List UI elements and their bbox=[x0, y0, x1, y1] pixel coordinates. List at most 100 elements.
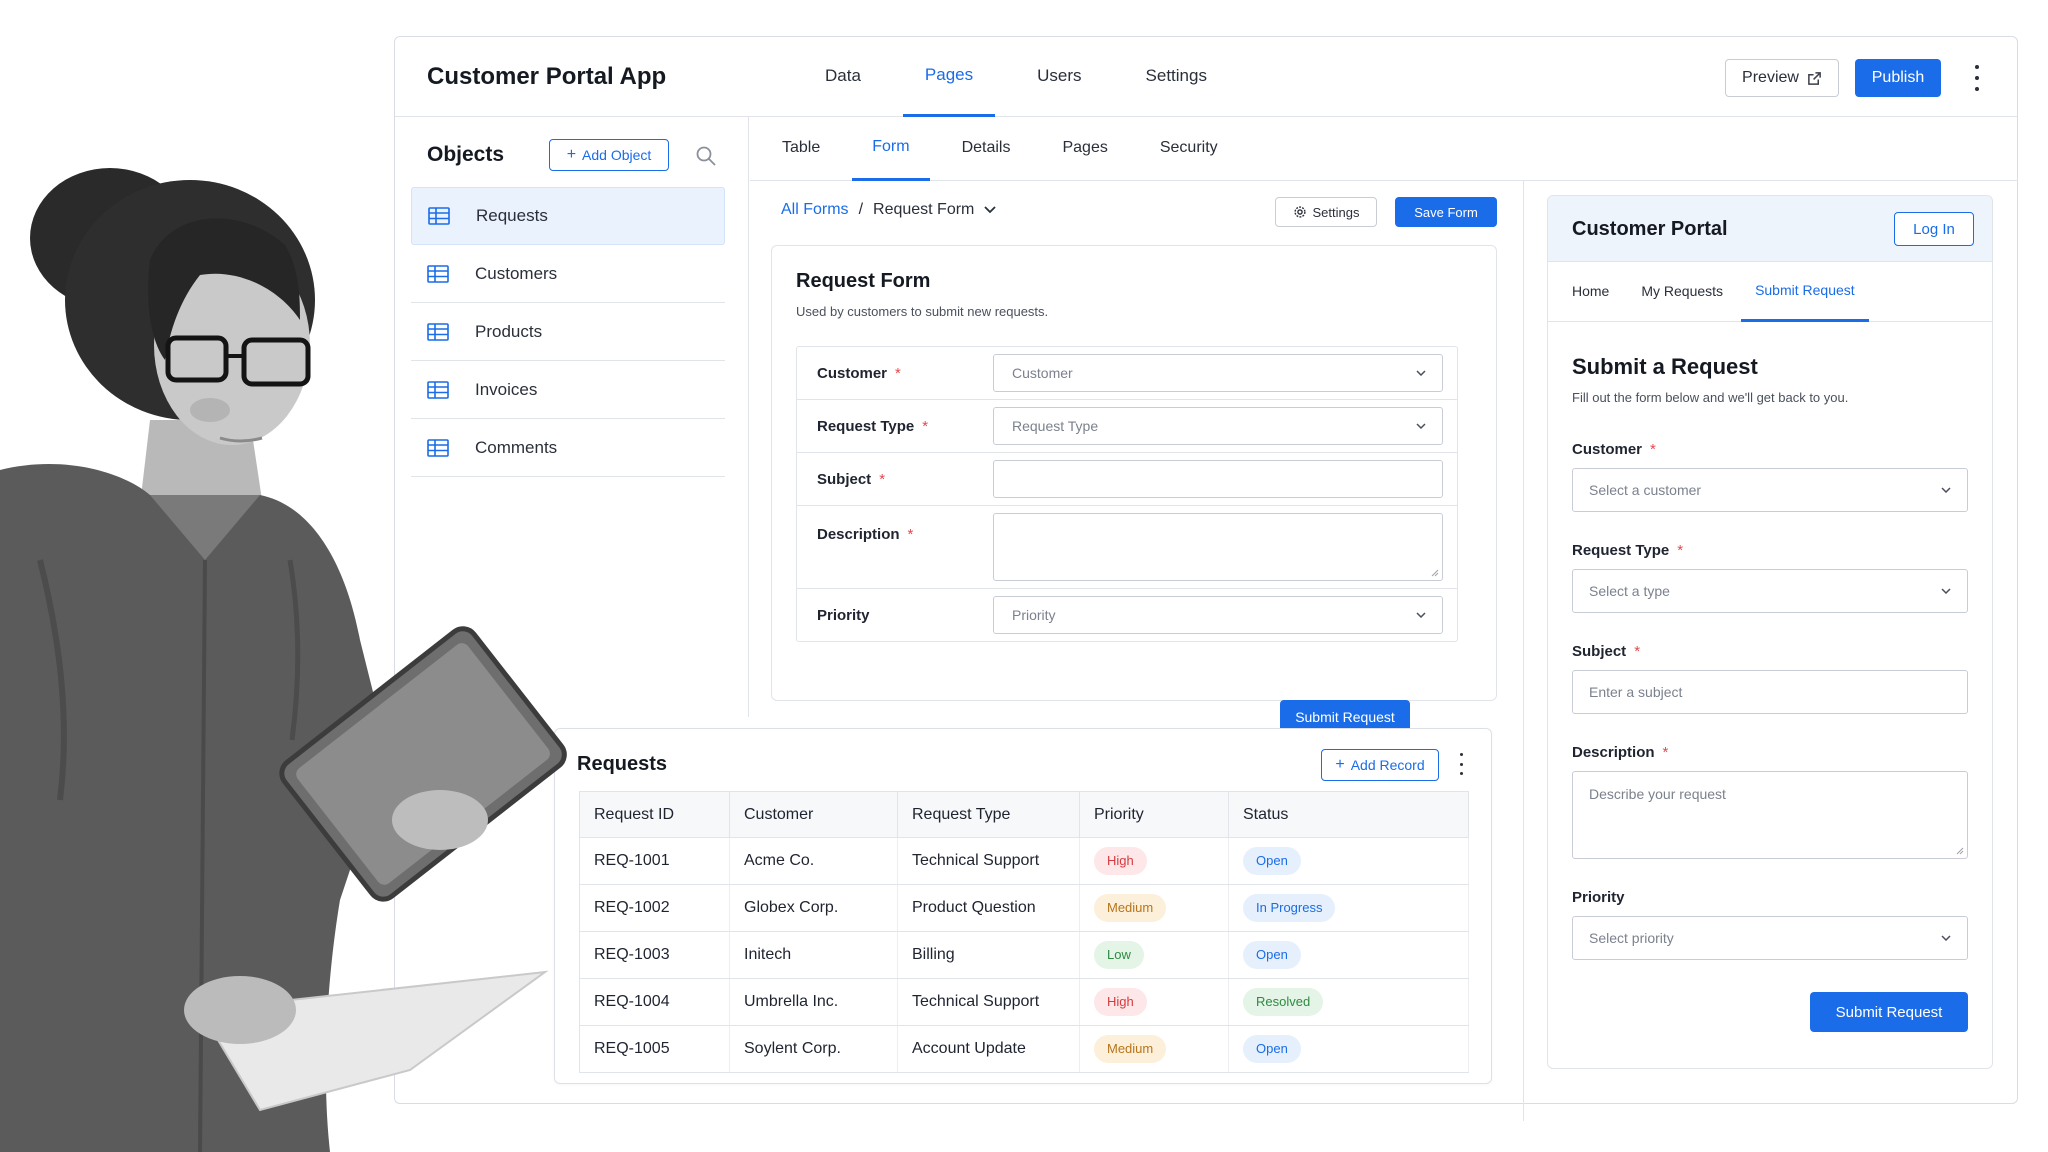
chevron-down-icon[interactable] bbox=[984, 206, 997, 214]
portal-submit-button[interactable]: Submit Request bbox=[1810, 992, 1968, 1032]
request-id: REQ-1004 bbox=[579, 978, 730, 1026]
portal-tab-home[interactable]: Home bbox=[1558, 262, 1623, 322]
column-header[interactable]: Customer bbox=[729, 791, 898, 838]
column-header[interactable]: Status bbox=[1228, 791, 1469, 838]
form-subtitle: Used by customers to submit new requests… bbox=[796, 304, 1049, 319]
nav-data[interactable]: Data bbox=[803, 37, 883, 117]
field-label: Priority bbox=[1572, 889, 1625, 906]
more-options-icon[interactable] bbox=[1455, 753, 1467, 775]
request-type-cell: Technical Support bbox=[897, 978, 1080, 1026]
publish-button[interactable]: Publish bbox=[1855, 59, 1941, 97]
column-header[interactable]: Request ID bbox=[579, 791, 730, 838]
login-button[interactable]: Log In bbox=[1894, 212, 1974, 246]
subject-input[interactable] bbox=[993, 460, 1443, 498]
portal-tabs: Home My Requests Submit Request bbox=[1548, 262, 1992, 322]
tab-form[interactable]: Form bbox=[852, 117, 930, 181]
table-row[interactable]: REQ-1005 Soylent Corp. Account Update Me… bbox=[579, 1025, 1469, 1073]
table-row[interactable]: REQ-1004 Umbrella Inc. Technical Support… bbox=[579, 978, 1469, 1026]
resize-handle-icon[interactable] bbox=[1956, 847, 1964, 855]
objects-list: Requests Customers Products Invoices Com… bbox=[411, 187, 725, 477]
add-record-label: Add Record bbox=[1350, 757, 1425, 773]
portal-tab-submit-request[interactable]: Submit Request bbox=[1741, 262, 1869, 322]
portal-preview: Customer Portal Log In Home My Requests … bbox=[1547, 195, 1993, 1069]
portal-description-textarea[interactable]: Describe your request bbox=[1572, 771, 1968, 859]
priority-select[interactable]: Priority bbox=[993, 596, 1443, 634]
external-link-icon bbox=[1808, 71, 1821, 85]
search-icon[interactable] bbox=[695, 145, 717, 167]
portal-subheading: Fill out the form below and we'll get ba… bbox=[1572, 390, 1849, 405]
add-record-button[interactable]: + Add Record bbox=[1321, 749, 1439, 781]
tab-pages[interactable]: Pages bbox=[1042, 117, 1127, 181]
tab-table[interactable]: Table bbox=[762, 117, 840, 181]
save-form-button[interactable]: Save Form bbox=[1395, 197, 1497, 227]
more-options-icon[interactable] bbox=[1969, 65, 1985, 91]
settings-button[interactable]: Settings bbox=[1275, 197, 1377, 227]
portal-heading: Submit a Request bbox=[1572, 354, 1758, 379]
table-row[interactable]: REQ-1002 Globex Corp. Product Question M… bbox=[579, 884, 1469, 932]
object-tabs: Table Form Details Pages Security bbox=[750, 117, 2018, 181]
table-icon bbox=[427, 322, 449, 341]
field-label: Priority bbox=[817, 606, 870, 624]
description-textarea[interactable] bbox=[993, 513, 1443, 581]
requests-table: Request ID Customer Request Type Priorit… bbox=[579, 791, 1469, 1073]
form-field-row: Customer * Customer bbox=[797, 347, 1457, 400]
gear-icon bbox=[1293, 206, 1306, 218]
field-label: Description * bbox=[817, 526, 914, 543]
sidebar-item-label: Invoices bbox=[475, 379, 538, 399]
status-badge: Resolved bbox=[1243, 988, 1324, 1016]
request-id: REQ-1005 bbox=[579, 1025, 730, 1073]
sidebar-item-label: Comments bbox=[475, 437, 558, 457]
top-bar: Customer Portal App Data Pages Users Set… bbox=[395, 37, 2017, 117]
status-badge: Open bbox=[1243, 1035, 1301, 1063]
portal-request-type-select[interactable]: Select a type bbox=[1572, 569, 1968, 613]
column-header[interactable]: Request Type bbox=[897, 791, 1080, 838]
add-object-button[interactable]: + Add Object bbox=[549, 139, 669, 171]
portal-priority-select[interactable]: Select priority bbox=[1572, 916, 1968, 960]
customer-cell: Umbrella Inc. bbox=[729, 978, 898, 1026]
breadcrumb-current[interactable]: Request Form bbox=[873, 201, 974, 219]
nav-pages[interactable]: Pages bbox=[902, 37, 996, 117]
chevron-down-icon bbox=[1416, 370, 1426, 376]
sidebar-item-comments[interactable]: Comments bbox=[411, 419, 725, 477]
field-label: Subject * bbox=[1572, 643, 1641, 660]
field-label: Request Type * bbox=[817, 417, 929, 435]
resize-handle-icon[interactable] bbox=[1431, 569, 1439, 577]
divider bbox=[1523, 181, 1524, 1121]
status-badge: Open bbox=[1243, 847, 1301, 875]
field-label: Subject * bbox=[817, 470, 886, 488]
portal-header: Customer Portal Log In bbox=[1548, 196, 1992, 262]
sidebar-item-products[interactable]: Products bbox=[411, 303, 725, 361]
settings-label: Settings bbox=[1312, 204, 1360, 220]
customer-cell: Initech bbox=[729, 931, 898, 979]
request-id: REQ-1003 bbox=[579, 931, 730, 979]
form-field-row: Request Type * Request Type bbox=[797, 400, 1457, 453]
request-type-cell: Product Question bbox=[897, 884, 1080, 932]
chevron-down-icon bbox=[1941, 588, 1951, 594]
sidebar-item-requests[interactable]: Requests bbox=[411, 187, 725, 245]
sidebar-item-invoices[interactable]: Invoices bbox=[411, 361, 725, 419]
portal-customer-select[interactable]: Select a customer bbox=[1572, 468, 1968, 512]
table-row[interactable]: REQ-1003 Initech Billing Low Open bbox=[579, 931, 1469, 979]
breadcrumb-all-forms[interactable]: All Forms bbox=[781, 201, 849, 219]
table-icon bbox=[427, 264, 449, 283]
add-object-label: Add Object bbox=[582, 147, 652, 163]
status-badge: In Progress bbox=[1243, 894, 1336, 922]
tab-security[interactable]: Security bbox=[1140, 117, 1238, 181]
portal-subject-input[interactable]: Enter a subject bbox=[1572, 670, 1968, 714]
customer-select[interactable]: Customer bbox=[993, 354, 1443, 392]
table-row[interactable]: REQ-1001 Acme Co. Technical Support High… bbox=[579, 837, 1469, 885]
request-type-select[interactable]: Request Type bbox=[993, 407, 1443, 445]
top-nav: Data Pages Users Settings bbox=[803, 37, 1249, 117]
preview-button[interactable]: Preview bbox=[1725, 59, 1839, 97]
portal-tab-my-requests[interactable]: My Requests bbox=[1627, 262, 1737, 322]
field-label: Description * bbox=[1572, 744, 1669, 761]
nav-settings[interactable]: Settings bbox=[1124, 37, 1229, 117]
field-label: Customer * bbox=[817, 364, 901, 382]
priority-badge: Medium bbox=[1094, 1035, 1167, 1063]
sidebar-item-customers[interactable]: Customers bbox=[411, 245, 725, 303]
chevron-down-icon bbox=[1416, 612, 1426, 618]
column-header[interactable]: Priority bbox=[1079, 791, 1229, 838]
tab-details[interactable]: Details bbox=[942, 117, 1031, 181]
field-label: Customer * bbox=[1572, 441, 1656, 458]
nav-users[interactable]: Users bbox=[1015, 37, 1103, 117]
